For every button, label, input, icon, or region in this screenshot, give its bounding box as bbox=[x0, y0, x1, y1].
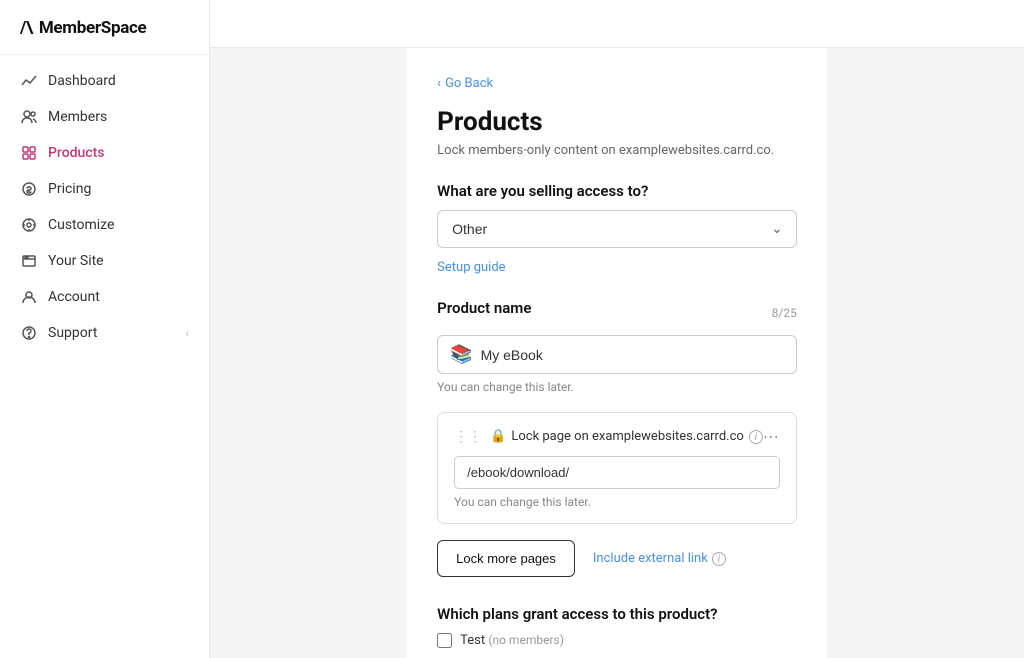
support-icon bbox=[20, 324, 38, 342]
what-selling-label: What are you selling access to? bbox=[437, 182, 797, 200]
dropdown-wrapper: Other Online Course Community Digital Do… bbox=[437, 210, 797, 248]
sidebar-divider bbox=[0, 54, 209, 55]
lock-icon: 🔒 bbox=[490, 429, 506, 444]
product-name-helper: You can change this later. bbox=[437, 380, 797, 394]
sidebar-label-your-site: Your Site bbox=[48, 253, 104, 269]
lock-page-text: Lock page on examplewebsites.carrd.co bbox=[511, 429, 743, 444]
chevron-left-icon: ‹ bbox=[437, 76, 441, 91]
buttons-row: Lock more pages Include external link i bbox=[437, 540, 797, 577]
page-subtitle: Lock members-only content on examplewebs… bbox=[437, 143, 797, 158]
sidebar-item-customize[interactable]: Customize bbox=[0, 207, 209, 243]
sidebar-label-support: Support bbox=[48, 325, 97, 341]
lock-card-header: ⋮⋮ 🔒 Lock page on examplewebsites.carrd.… bbox=[454, 427, 780, 446]
lock-label: 🔒 Lock page on examplewebsites.carrd.co … bbox=[490, 429, 763, 444]
include-external-link[interactable]: Include external link i bbox=[593, 551, 726, 566]
products-icon bbox=[20, 144, 38, 162]
setup-guide-link[interactable]: Setup guide bbox=[437, 260, 505, 275]
lock-path-input[interactable] bbox=[454, 456, 780, 489]
product-name-input[interactable] bbox=[481, 347, 784, 363]
page-title: Products bbox=[437, 107, 797, 137]
plan-no-members: (no members) bbox=[488, 633, 564, 647]
product-name-header: Product name 8/25 bbox=[437, 299, 797, 327]
drag-handle-icon[interactable]: ⋮⋮ bbox=[454, 429, 482, 445]
sidebar-label-account: Account bbox=[48, 289, 100, 305]
plans-section: Which plans grant access to this product… bbox=[437, 605, 797, 648]
account-icon bbox=[20, 288, 38, 306]
product-name-label: Product name bbox=[437, 299, 531, 317]
sidebar-label-dashboard: Dashboard bbox=[48, 73, 116, 89]
app-name: MemberSpace bbox=[39, 18, 147, 38]
chevron-left-icon: ‹ bbox=[185, 326, 189, 340]
sidebar-label-products: Products bbox=[48, 145, 105, 161]
app-logo: /\ MemberSpace bbox=[0, 0, 209, 54]
lock-card-left: ⋮⋮ 🔒 Lock page on examplewebsites.carrd.… bbox=[454, 429, 763, 445]
sidebar-item-dashboard[interactable]: Dashboard bbox=[0, 63, 209, 99]
include-external-link-label: Include external link bbox=[593, 551, 708, 566]
sidebar-item-pricing[interactable]: Pricing bbox=[0, 171, 209, 207]
go-back-link[interactable]: ‹ Go Back bbox=[437, 76, 797, 91]
product-name-input-wrapper: 📚 bbox=[437, 335, 797, 374]
selling-type-dropdown[interactable]: Other Online Course Community Digital Do… bbox=[437, 210, 797, 248]
info-icon[interactable]: i bbox=[749, 430, 763, 444]
plan-test-label[interactable]: Test (no members) bbox=[460, 633, 564, 648]
sidebar: /\ MemberSpace Dashboard Members bbox=[0, 0, 210, 658]
sidebar-label-members: Members bbox=[48, 109, 107, 125]
plans-label: Which plans grant access to this product… bbox=[437, 605, 797, 623]
plan-name: Test bbox=[460, 633, 485, 648]
sidebar-item-members[interactable]: Members bbox=[0, 99, 209, 135]
plan-test-row: Test (no members) bbox=[437, 633, 797, 648]
customize-icon bbox=[20, 216, 38, 234]
top-bar bbox=[210, 0, 1024, 48]
lock-page-card: ⋮⋮ 🔒 Lock page on examplewebsites.carrd.… bbox=[437, 412, 797, 524]
chart-icon bbox=[20, 72, 38, 90]
sidebar-item-account[interactable]: Account bbox=[0, 279, 209, 315]
sidebar-label-customize: Customize bbox=[48, 217, 114, 233]
logo-icon: /\ bbox=[20, 18, 33, 38]
sidebar-item-support[interactable]: Support ‹ bbox=[0, 315, 209, 351]
ebook-emoji-icon: 📚 bbox=[450, 344, 472, 365]
plan-test-checkbox[interactable] bbox=[437, 633, 452, 648]
lock-more-pages-button[interactable]: Lock more pages bbox=[437, 540, 575, 577]
more-options-icon[interactable]: ⋯ bbox=[763, 427, 780, 446]
lock-page-helper: You can change this later. bbox=[454, 495, 780, 509]
members-icon bbox=[20, 108, 38, 126]
char-count: 8/25 bbox=[772, 306, 797, 320]
form-container: ‹ Go Back Products Lock members-only con… bbox=[407, 48, 827, 658]
info-icon-external[interactable]: i bbox=[712, 552, 726, 566]
pricing-icon bbox=[20, 180, 38, 198]
main-content: ‹ Go Back Products Lock members-only con… bbox=[210, 0, 1024, 658]
sidebar-item-your-site[interactable]: Your Site bbox=[0, 243, 209, 279]
sidebar-label-pricing: Pricing bbox=[48, 181, 91, 197]
product-name-section: Product name 8/25 📚 You can change this … bbox=[437, 299, 797, 394]
site-icon bbox=[20, 252, 38, 270]
go-back-label: Go Back bbox=[445, 76, 493, 91]
sidebar-item-products[interactable]: Products bbox=[0, 135, 209, 171]
